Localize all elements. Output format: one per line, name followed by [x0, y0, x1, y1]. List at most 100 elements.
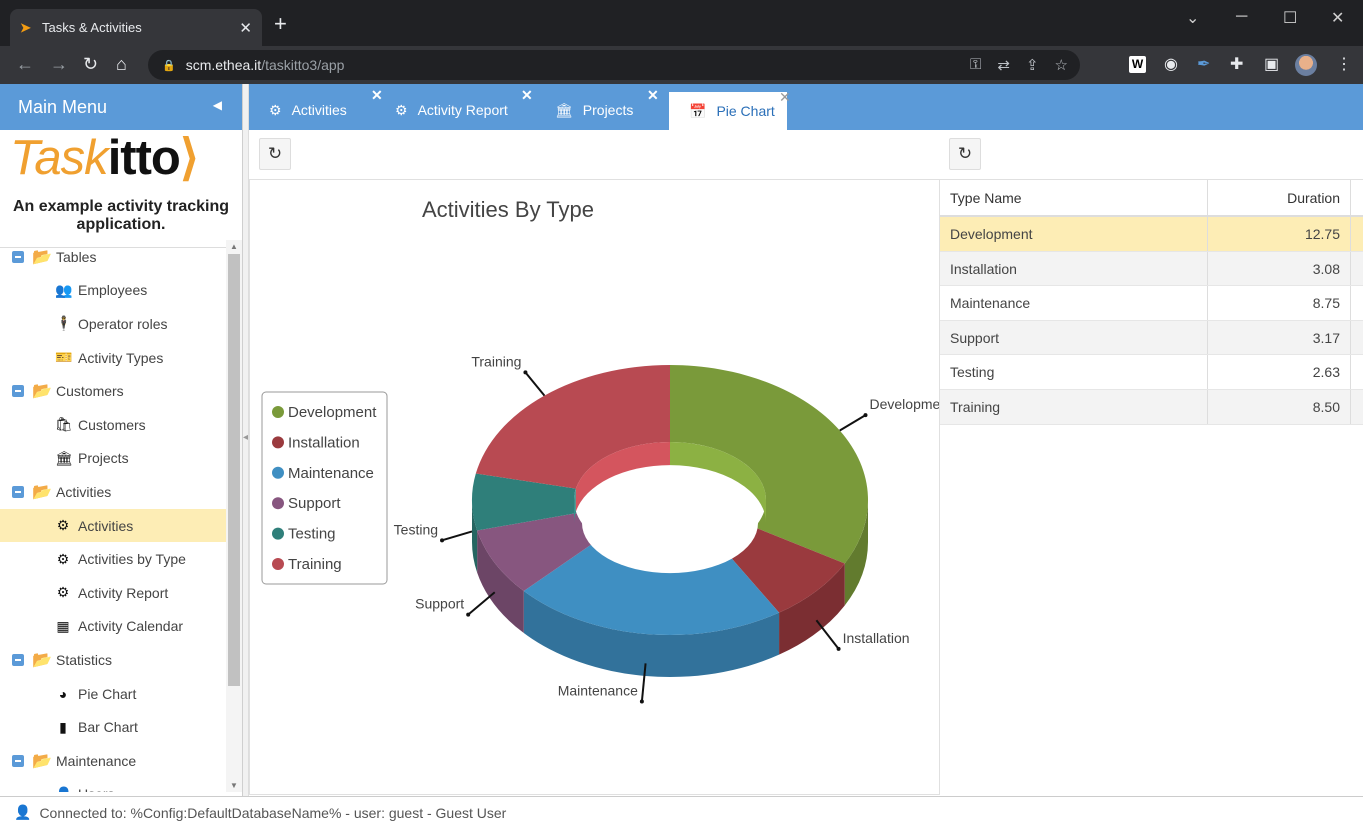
collapse-left-icon[interactable]: ◀ [213, 98, 222, 112]
cell-duration: 8.50 [1208, 389, 1351, 424]
collapse-icon[interactable] [12, 653, 24, 666]
leader-dot [523, 370, 528, 375]
leader-dot [863, 413, 868, 418]
tree-item-customers[interactable]: 🛍 Customers [0, 408, 226, 442]
tree-group-tables[interactable]: 📂 Tables [0, 240, 226, 274]
close-tab-icon[interactable]: ✕ [779, 89, 791, 106]
table-row[interactable]: Installation 3.08 [940, 251, 1363, 287]
splitter-collapse-icon[interactable]: ◂ [243, 432, 248, 443]
browser-tab-title: Tasks & Activities [42, 20, 142, 35]
scroll-down-icon[interactable]: ▼ [230, 781, 238, 790]
cell-type-name: Testing [940, 355, 1208, 389]
grid-refresh-button[interactable]: ↻ [949, 138, 981, 170]
tree-item-operator-roles[interactable]: 🕴 Operator roles [0, 307, 226, 341]
folder-icon: 📂 [32, 651, 52, 669]
legend-item-installation: Installation [288, 434, 360, 451]
data-label-support: Support [415, 596, 464, 612]
col-header-type-name[interactable]: Type Name [940, 180, 1208, 215]
tab-pie-chart[interactable]: 📅 Pie Chart ✕ [667, 89, 791, 130]
table-row[interactable]: Testing 2.63 [940, 355, 1363, 390]
legend-marker [272, 497, 284, 510]
tree-item-label: Customers [56, 383, 124, 400]
table-row[interactable]: Development 12.75 [940, 217, 1363, 252]
scroll-up-icon[interactable]: ▲ [230, 242, 238, 251]
address-bar[interactable]: 🔒 scm.ethea.it /taskitto3/app ⚿ ⇄ ⇪ ☆ [148, 50, 1080, 80]
tree-item-users[interactable]: 👤 Users [0, 778, 226, 792]
collapse-icon[interactable] [12, 385, 24, 398]
close-tab-icon[interactable]: ✕ [239, 19, 252, 37]
extension-feather-icon[interactable]: ✒ [1197, 54, 1210, 74]
extension-w-icon[interactable]: W [1129, 56, 1146, 73]
profile-avatar[interactable] [1295, 54, 1317, 76]
collapse-icon[interactable] [12, 250, 24, 263]
close-tab-icon[interactable]: ✕ [521, 87, 533, 104]
grid-header: Type Name Duration [940, 180, 1363, 217]
forward-icon[interactable]: → [50, 54, 68, 75]
reload-icon[interactable]: ↻ [83, 54, 98, 75]
extension-globe-icon[interactable]: ◉ [1164, 54, 1178, 74]
puzzle-icon[interactable]: ✚ [1230, 54, 1243, 74]
back-icon[interactable]: ← [16, 54, 34, 75]
tree-item-activity-types[interactable]: 🎫 Activity Types [0, 341, 226, 375]
person-icon: 🕴 [55, 315, 73, 332]
tree-item-activities[interactable]: ⚙ Activities [0, 508, 226, 543]
tree-item-projects[interactable]: 🏛 Projects [0, 442, 226, 476]
gear-icon: ⚙ [56, 517, 70, 534]
tree-group-maintenance[interactable]: 📂 Maintenance [0, 744, 226, 778]
leader-dot [836, 646, 841, 651]
tree-item-activities-by-type[interactable]: ⚙ Activities by Type [0, 542, 226, 576]
chart-refresh-button[interactable]: ↻ [259, 138, 291, 170]
translate-icon[interactable]: ⇄ [997, 56, 1010, 74]
chart-title: Activities By Type [422, 197, 594, 222]
sidepanel-icon[interactable]: ▣ [1264, 54, 1279, 74]
tree-item-activity-calendar[interactable]: ▦ Activity Calendar [0, 610, 226, 644]
data-label-training: Training [471, 353, 521, 369]
tree-group-activities[interactable]: 📂 Activities [0, 475, 226, 509]
tree-item-label: Statistics [56, 651, 113, 668]
legend-item-maintenance: Maintenance [288, 465, 374, 482]
tab-activities[interactable]: ⚙ Activities ✕ [249, 87, 385, 130]
browser-tab[interactable]: ➤ Tasks & Activities ✕ [10, 9, 262, 46]
share-icon[interactable]: ⇪ [1026, 56, 1039, 74]
minimize-icon[interactable]: ─ [1236, 8, 1247, 26]
taskitto-logo: Taskitto⟩ [10, 131, 199, 185]
tab-projects[interactable]: 🏛 Projects ✕ [535, 87, 661, 130]
tree-item-employees[interactable]: 👥 Employees [0, 274, 226, 308]
col-header-duration[interactable]: Duration [1208, 180, 1351, 215]
maximize-icon[interactable]: ☐ [1283, 8, 1297, 28]
tree-item-bar-chart[interactable]: ▮ Bar Chart [0, 710, 226, 744]
folder-icon: 📂 [32, 383, 52, 401]
tree-item-activity-report[interactable]: ⚙ Activity Report [0, 576, 226, 610]
table-row[interactable]: Maintenance 8.75 [940, 286, 1363, 321]
key-icon[interactable]: ⚿ [970, 56, 981, 74]
tree-item-label: Customers [78, 416, 146, 433]
tree-scrollbar[interactable]: ▲ ▼ [226, 240, 242, 792]
close-window-icon[interactable]: ✕ [1331, 8, 1344, 28]
star-icon[interactable]: ☆ [1055, 56, 1068, 74]
grid-icon: ▦ [56, 617, 70, 634]
tree-item-pie-chart[interactable]: ◕ Pie Chart [0, 677, 226, 711]
app-favicon-icon: ➤ [20, 19, 31, 35]
tab-activity-report[interactable]: ⚙ Activity Report ✕ [375, 87, 535, 130]
tree-item-label: Operator roles [78, 315, 168, 332]
data-label-testing: Testing [394, 521, 438, 537]
collapse-icon[interactable] [12, 754, 24, 767]
donut-hole [582, 473, 758, 574]
scroll-thumb[interactable] [228, 254, 240, 686]
new-tab-button[interactable]: + [274, 13, 287, 35]
tree-item-label: Users [78, 786, 115, 792]
legend-marker [272, 436, 284, 449]
table-row[interactable]: Support 3.17 [940, 320, 1363, 356]
tab-search-icon[interactable]: ⌄ [1186, 8, 1199, 28]
tree-item-label: Activity Report [78, 584, 169, 601]
home-icon[interactable]: ⌂ [116, 54, 127, 75]
tree-group-customers[interactable]: 📂 Customers [0, 374, 226, 408]
tree-item-label: Tables [56, 248, 97, 265]
table-row[interactable]: Training 8.50 [940, 389, 1363, 425]
menu-dots-icon[interactable]: ⋮ [1336, 54, 1352, 74]
collapse-icon[interactable] [12, 485, 24, 498]
legend-marker [272, 466, 284, 479]
legend-item-support: Support [288, 495, 341, 512]
tree-group-statistics[interactable]: 📂 Statistics [0, 643, 226, 677]
close-tab-icon[interactable]: ✕ [647, 87, 659, 104]
